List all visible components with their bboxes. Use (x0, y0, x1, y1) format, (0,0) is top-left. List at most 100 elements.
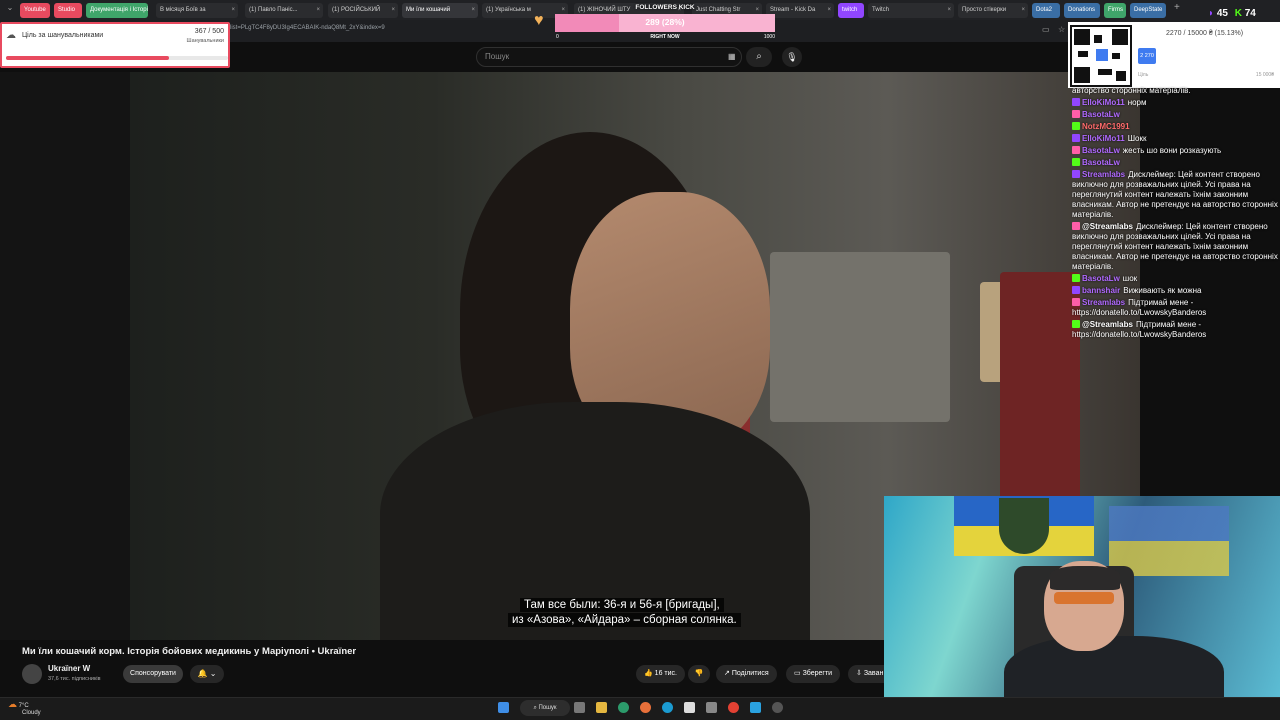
firefox-icon[interactable] (640, 702, 651, 713)
weather-widget[interactable]: ☁ 7°C Cloudy (8, 699, 41, 716)
chat-message: bannshair Виживають як можна (1072, 286, 1280, 296)
tab[interactable]: Firms (1104, 3, 1126, 18)
tab-label: Dota2 (1036, 7, 1053, 13)
tab[interactable]: В місяця Боїв за × (156, 3, 238, 18)
chat-username[interactable]: bannshair (1082, 286, 1120, 295)
chat-message: BasotaLw (1072, 158, 1280, 168)
microphone-icon: 🎙 (786, 52, 798, 62)
tab[interactable]: (1) РОСІЙСЬКИЙ × (328, 3, 398, 18)
notifications-button[interactable]: 🔔 ⌄ (190, 665, 224, 683)
share-icon: ↗ (724, 670, 732, 677)
chat-text: Шокк (1127, 134, 1147, 143)
channel-name[interactable]: Ukraïner W (48, 664, 90, 673)
sponsor-button[interactable]: Спонсорувати (123, 665, 183, 683)
thumbs-down-icon: 👎 (694, 670, 704, 677)
chat-username[interactable]: ElloKiMo11 (1082, 134, 1125, 143)
equipment-monitor (770, 252, 950, 422)
cast-icon[interactable]: ▭ (1042, 25, 1050, 34)
tab[interactable]: Studio (54, 3, 82, 18)
platform-badge-icon (1072, 320, 1080, 328)
chat-username[interactable]: BasotaLw (1082, 110, 1120, 119)
tab-list-icon[interactable]: ⌄ (4, 3, 16, 17)
new-tab-icon[interactable]: + (1174, 2, 1180, 13)
chat-username[interactable]: BasotaLw (1082, 158, 1120, 167)
tab-label: DeepState (1134, 7, 1163, 13)
tab-label: Документація і Історія (90, 7, 148, 13)
calculator-icon[interactable] (706, 702, 717, 713)
tab[interactable]: Ми їли кошачий × (402, 3, 478, 18)
notepad-icon[interactable] (684, 702, 695, 713)
close-tab-icon[interactable]: × (1021, 3, 1025, 18)
tab[interactable]: Youtube (20, 3, 50, 18)
like-button[interactable]: 👍 16 тис. (636, 665, 685, 683)
tab[interactable]: (1) Павло Паніс... × (245, 3, 323, 18)
twitch-icon: ◗ (1208, 8, 1215, 19)
donation-goal-high: 15 000₴ (1255, 72, 1274, 78)
tab[interactable]: Dota2 (1032, 3, 1060, 18)
subtitle-line-1: Там все были: 36-я и 56-я [бригады], (520, 598, 724, 612)
close-tab-icon[interactable]: × (391, 3, 395, 18)
close-tab-icon[interactable]: × (231, 3, 235, 18)
viewer-counters: ◗ 45 K 74 (1208, 8, 1256, 19)
keyboard-icon[interactable]: ▦ (728, 52, 736, 61)
start-icon[interactable] (498, 702, 509, 713)
tab[interactable]: Stream - Kick Da × (766, 3, 834, 18)
platform-badge-icon (1072, 98, 1080, 106)
chat-message: Streamlabs Підтримай мене - https://donat… (1072, 298, 1280, 318)
chrome-icon[interactable] (728, 702, 739, 713)
chat-username[interactable]: BasotaLw (1082, 146, 1120, 155)
save-button[interactable]: ▭ Зберегти (786, 665, 841, 683)
fan-goal-subtitle: Шанувальники (186, 38, 224, 44)
bookmark-star-icon[interactable]: ☆ (1058, 25, 1065, 34)
chat-username[interactable]: ElloKiMo11 (1082, 98, 1125, 107)
download-label: Заван (863, 670, 884, 677)
glasses (1054, 592, 1114, 604)
chat-message: BasotaLw жесть шо вони розказують (1072, 146, 1280, 156)
chat-username[interactable]: BasotaLw (1082, 274, 1120, 283)
taskbar-search[interactable]: ⌕ Пошук (520, 700, 570, 716)
channel-avatar[interactable] (22, 664, 42, 684)
file-explorer-icon[interactable] (596, 702, 607, 713)
close-tab-icon[interactable]: × (947, 3, 951, 18)
chat-message: ElloKiMo11 Шокк (1072, 134, 1280, 144)
tab[interactable]: Donations (1064, 3, 1100, 18)
obs-icon[interactable] (772, 702, 783, 713)
chat-text: авторство сторонніх матеріалів. (1072, 86, 1191, 95)
task-view-icon[interactable] (574, 702, 585, 713)
voice-search-button[interactable]: 🎙 (782, 47, 802, 67)
platform-badge-icon (1072, 134, 1080, 142)
tab[interactable]: DeepState (1130, 3, 1166, 18)
weather-desc: Cloudy (22, 710, 41, 716)
telegram-icon[interactable] (750, 702, 761, 713)
url-text[interactable]: list=PLgTC4F8yDU3Ig4ECABAIK-ndaQ8Mt_2xY&… (230, 25, 385, 31)
tab[interactable]: twitch (838, 3, 864, 18)
chat-username[interactable]: @Streamlabs (1082, 222, 1133, 231)
cloud-icon: ☁ (6, 30, 16, 41)
chat-username[interactable]: NotzMC1991 (1082, 122, 1130, 131)
chat-username[interactable]: Streamlabs (1082, 298, 1125, 307)
edge-icon[interactable] (618, 702, 629, 713)
close-tab-icon[interactable]: × (316, 3, 320, 18)
subtitle-line-2: из «Азова», «Айдара» – сборная солянка. (508, 613, 741, 627)
close-tab-icon[interactable]: × (827, 3, 831, 18)
chat-text: норм (1127, 98, 1147, 107)
search-button[interactable]: ⌕ (746, 47, 772, 67)
share-button[interactable]: ↗ Поділитися (716, 665, 777, 683)
donation-goal-badge: 2 270 (1138, 48, 1156, 64)
chat-message: NotzMC1991 (1072, 122, 1280, 132)
tab[interactable]: Документація і Історія (86, 3, 148, 18)
chat-username[interactable]: @Streamlabs (1082, 320, 1133, 329)
bell-icon: 🔔 ⌄ (197, 669, 217, 678)
search-input[interactable]: Пошук (476, 47, 742, 67)
download-button[interactable]: ⇩ Заван (848, 665, 884, 683)
tab[interactable]: Просто стікерки × (958, 3, 1028, 18)
dislike-button[interactable]: 👎 (688, 665, 710, 683)
tab[interactable]: Twitch × (868, 3, 954, 18)
fan-goal-count: 367 / 500 (194, 28, 224, 35)
close-tab-icon[interactable]: × (471, 3, 475, 18)
kick-viewer-count: 74 (1244, 8, 1256, 19)
chat-username[interactable]: Streamlabs (1082, 170, 1125, 179)
app-icon[interactable] (662, 702, 673, 713)
tab-label: Studio (58, 7, 76, 13)
tab-label: Youtube (24, 7, 46, 13)
